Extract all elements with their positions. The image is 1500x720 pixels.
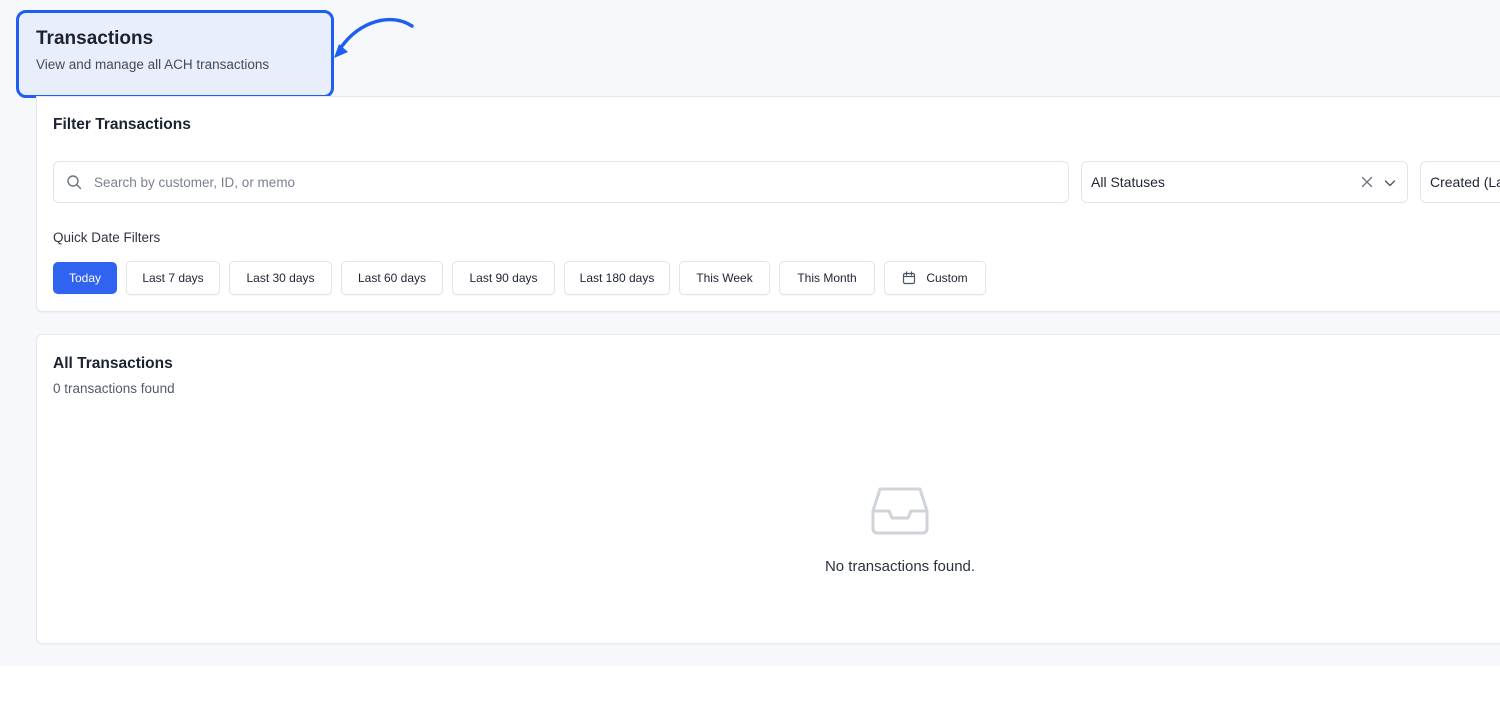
quick-date-last-90-days-button[interactable]: Last 90 days (452, 261, 555, 295)
transactions-count: 0 transactions found (53, 381, 175, 396)
empty-state-message: No transactions found. (824, 558, 976, 575)
quick-date-last-60-days-button[interactable]: Last 60 days (341, 261, 443, 295)
quick-date-custom-button[interactable]: Custom (884, 261, 986, 295)
quick-date-today-button[interactable]: Today (53, 262, 117, 294)
quick-date-this-week-button[interactable]: This Week (679, 261, 770, 295)
app-root: Transactions View and manage all ACH tra… (0, 0, 1500, 666)
search-input[interactable] (94, 162, 1054, 202)
filter-card-title: Filter Transactions (53, 116, 191, 133)
transactions-card-title: All Transactions (53, 355, 173, 372)
sort-select-value: Created (La (1430, 174, 1500, 190)
search-icon (67, 175, 82, 190)
quick-date-last-7-days-button[interactable]: Last 7 days (126, 261, 220, 295)
quick-date-this-month-button[interactable]: This Month (779, 261, 875, 295)
quick-date-filters-label: Quick Date Filters (53, 230, 161, 245)
clear-icon[interactable] (1361, 176, 1373, 188)
custom-button-label: Custom (926, 271, 968, 285)
calendar-icon (902, 271, 916, 285)
chevron-down-icon[interactable] (1383, 176, 1397, 190)
transactions-card: All Transactions 0 transactions found No… (36, 334, 1500, 644)
quick-date-last-30-days-button[interactable]: Last 30 days (229, 261, 332, 295)
filter-card: Filter Transactions All Statuses Created… (36, 96, 1500, 312)
inbox-icon (871, 487, 929, 535)
page-subtitle: View and manage all ACH transactions (36, 57, 270, 72)
quick-date-last-180-days-button[interactable]: Last 180 days (564, 261, 670, 295)
search-box[interactable] (53, 161, 1069, 203)
status-select[interactable]: All Statuses (1081, 161, 1408, 203)
sort-select[interactable]: Created (La (1420, 161, 1500, 203)
page-title: Transactions (36, 28, 154, 49)
page-header-highlight: Transactions View and manage all ACH tra… (16, 10, 334, 98)
status-select-value: All Statuses (1091, 174, 1165, 190)
annotation-arrow-icon (334, 17, 414, 58)
